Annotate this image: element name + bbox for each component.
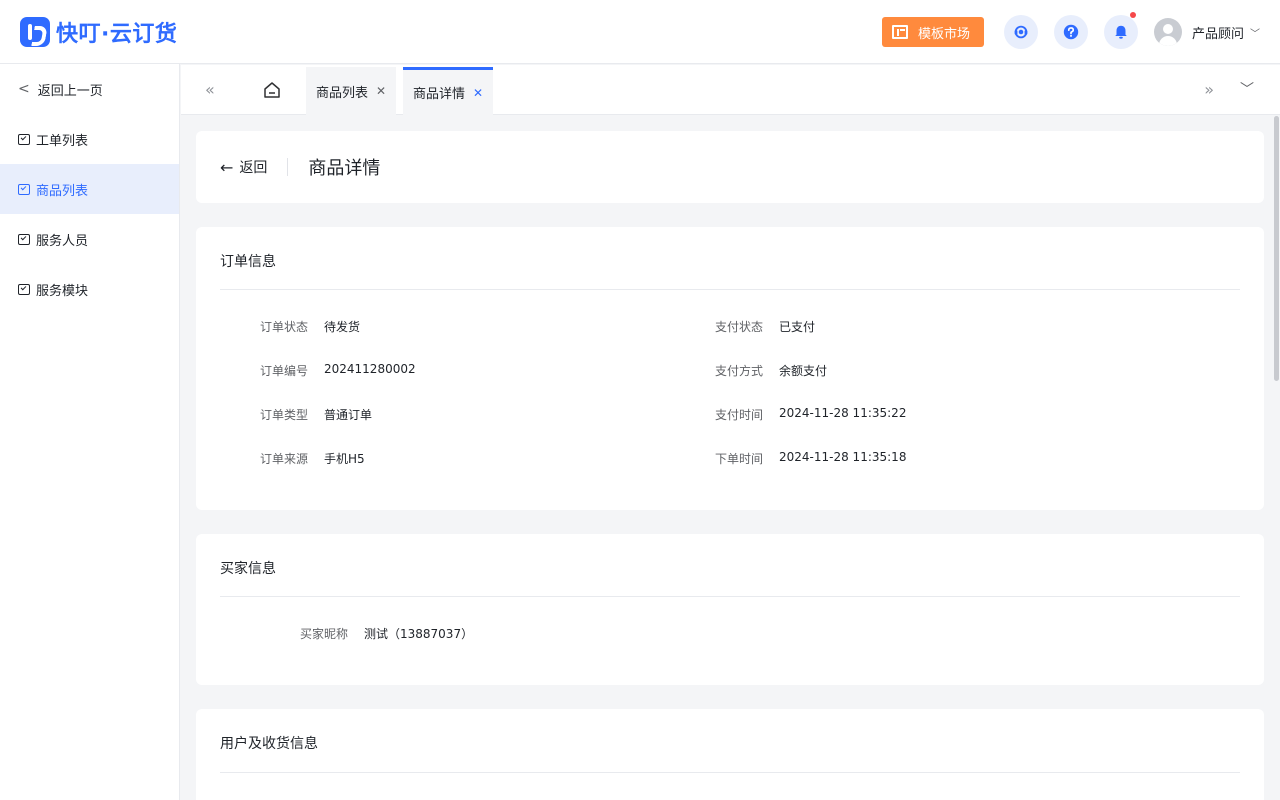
page-header-card: ← 返回 商品详情 bbox=[196, 131, 1264, 203]
field-value: 已支付 bbox=[779, 320, 816, 334]
field-label: 订单状态 bbox=[259, 320, 308, 334]
field-label: 支付时间 bbox=[714, 408, 763, 422]
field-value: 2024-11-28 11:35:18 bbox=[779, 450, 907, 464]
customer-service-button[interactable] bbox=[1003, 15, 1038, 49]
divider bbox=[220, 772, 1240, 773]
sidebar-item-label: 服务模块 bbox=[36, 283, 89, 299]
divider bbox=[220, 289, 1240, 290]
back-button[interactable]: ← 返回 bbox=[220, 157, 267, 177]
notification-button[interactable] bbox=[1103, 12, 1138, 49]
field-value: 余额支付 bbox=[779, 364, 828, 378]
sidebar-item-label: 商品列表 bbox=[36, 183, 89, 199]
home-icon[interactable] bbox=[263, 81, 281, 99]
bell-icon bbox=[1115, 25, 1127, 39]
template-market-button[interactable]: 模板市场 bbox=[881, 17, 984, 47]
close-icon[interactable]: ✕ bbox=[376, 84, 386, 98]
payment-method-row: 支付方式 余额支付 bbox=[675, 362, 827, 379]
field-label: 买家昵称 bbox=[299, 627, 348, 641]
field-value: 手机H5 bbox=[324, 452, 365, 466]
field-label: 支付状态 bbox=[714, 320, 763, 334]
tabs-bar: « 商品列表 ✕ 商品详情 ✕ » ﹀ bbox=[181, 65, 1280, 115]
field-label: 订单来源 bbox=[259, 452, 308, 466]
payment-time-row: 支付时间 2024-11-28 11:35:22 bbox=[675, 406, 906, 423]
tab-product-detail[interactable]: 商品详情 ✕ bbox=[403, 67, 494, 115]
notification-dot bbox=[1129, 12, 1136, 18]
sidebar-item-label: 工单列表 bbox=[36, 133, 89, 149]
calendar-check-icon bbox=[18, 233, 30, 245]
field-label: 订单编号 bbox=[259, 364, 308, 378]
payment-status-row: 支付状态 已支付 bbox=[675, 318, 815, 335]
header-actions: 模板市场 产品顾问 ﹀ bbox=[881, 0, 1260, 64]
service-icon bbox=[1014, 25, 1028, 39]
sidebar-item-work-orders[interactable]: 工单列表 bbox=[0, 114, 179, 164]
double-chevron-right-icon[interactable]: » bbox=[1204, 65, 1214, 115]
sidebar-item-label: 服务人员 bbox=[36, 233, 89, 249]
page-title: 商品详情 bbox=[308, 158, 381, 179]
back-previous-label: 返回上一页 bbox=[37, 83, 103, 99]
user-receive-info-card: 用户及收货信息 bbox=[196, 709, 1264, 800]
tab-label: 商品列表 bbox=[316, 85, 369, 101]
help-icon bbox=[1063, 24, 1079, 40]
divider bbox=[287, 158, 289, 176]
field-value: 待发货 bbox=[324, 320, 361, 334]
avatar bbox=[1153, 18, 1182, 46]
order-info-card: 订单信息 订单状态 待发货 订单编号 202411280002 订单类型 普通订… bbox=[196, 227, 1264, 510]
field-value: 普通订单 bbox=[324, 408, 373, 422]
buyer-info-card: 买家信息 买家昵称 测试（13887037） bbox=[196, 534, 1264, 685]
field-label: 支付方式 bbox=[714, 364, 763, 378]
calendar-check-icon bbox=[18, 283, 30, 295]
scrollbar-thumb[interactable] bbox=[1274, 116, 1279, 381]
top-header: 快叮·云订货 模板市场 产品顾问 ﹀ bbox=[0, 0, 1280, 64]
double-chevron-left-icon[interactable]: « bbox=[205, 65, 215, 115]
close-icon[interactable]: ✕ bbox=[473, 86, 483, 100]
field-value: 测试（13887037） bbox=[364, 627, 474, 641]
template-icon bbox=[891, 25, 908, 39]
chevron-down-icon: ﹀ bbox=[1250, 28, 1260, 40]
order-source-row: 订单来源 手机H5 bbox=[220, 450, 365, 467]
logo-icon bbox=[20, 16, 50, 47]
tab-product-list[interactable]: 商品列表 ✕ bbox=[306, 67, 397, 115]
sidebar-item-products[interactable]: 商品列表 bbox=[0, 164, 179, 214]
arrow-left-icon: ← bbox=[220, 157, 234, 177]
order-type-row: 订单类型 普通订单 bbox=[220, 406, 372, 423]
back-previous-page[interactable]: < 返回上一页 bbox=[0, 64, 179, 114]
calendar-check-icon bbox=[18, 133, 30, 145]
back-label: 返回 bbox=[239, 160, 268, 176]
order-time-row: 下单时间 2024-11-28 11:35:18 bbox=[675, 450, 906, 467]
field-value: 202411280002 bbox=[324, 362, 416, 376]
sidebar-item-service-modules[interactable]: 服务模块 bbox=[0, 264, 179, 314]
help-button[interactable] bbox=[1053, 15, 1088, 49]
scrollbar[interactable] bbox=[1272, 116, 1280, 800]
order-number-row: 订单编号 202411280002 bbox=[220, 362, 416, 379]
buyer-nickname-row: 买家昵称 测试（13887037） bbox=[180, 625, 473, 642]
section-title: 买家信息 bbox=[220, 561, 276, 577]
template-market-label: 模板市场 bbox=[917, 26, 970, 42]
sidebar-item-service-staff[interactable]: 服务人员 bbox=[0, 214, 179, 264]
sidebar: < 返回上一页 工单列表 商品列表 服务人员 服务模块 bbox=[0, 64, 180, 800]
chevron-left-icon: < bbox=[18, 81, 30, 97]
user-menu[interactable]: 产品顾问 ﹀ bbox=[1153, 18, 1260, 46]
field-label: 订单类型 bbox=[259, 408, 308, 422]
logo-text: 快叮·云订货 bbox=[56, 21, 178, 47]
section-title: 用户及收货信息 bbox=[220, 736, 318, 752]
calendar-check-icon bbox=[18, 183, 30, 195]
field-label: 下单时间 bbox=[714, 452, 763, 466]
app-logo[interactable]: 快叮·云订货 bbox=[20, 16, 177, 48]
chevron-down-icon[interactable]: ﹀ bbox=[1240, 65, 1254, 115]
tab-label: 商品详情 bbox=[413, 87, 466, 102]
field-value: 2024-11-28 11:35:22 bbox=[779, 406, 907, 420]
divider bbox=[220, 596, 1240, 597]
section-title: 订单信息 bbox=[220, 254, 276, 270]
user-name: 产品顾问 bbox=[1191, 26, 1244, 42]
order-status-row: 订单状态 待发货 bbox=[220, 318, 360, 335]
